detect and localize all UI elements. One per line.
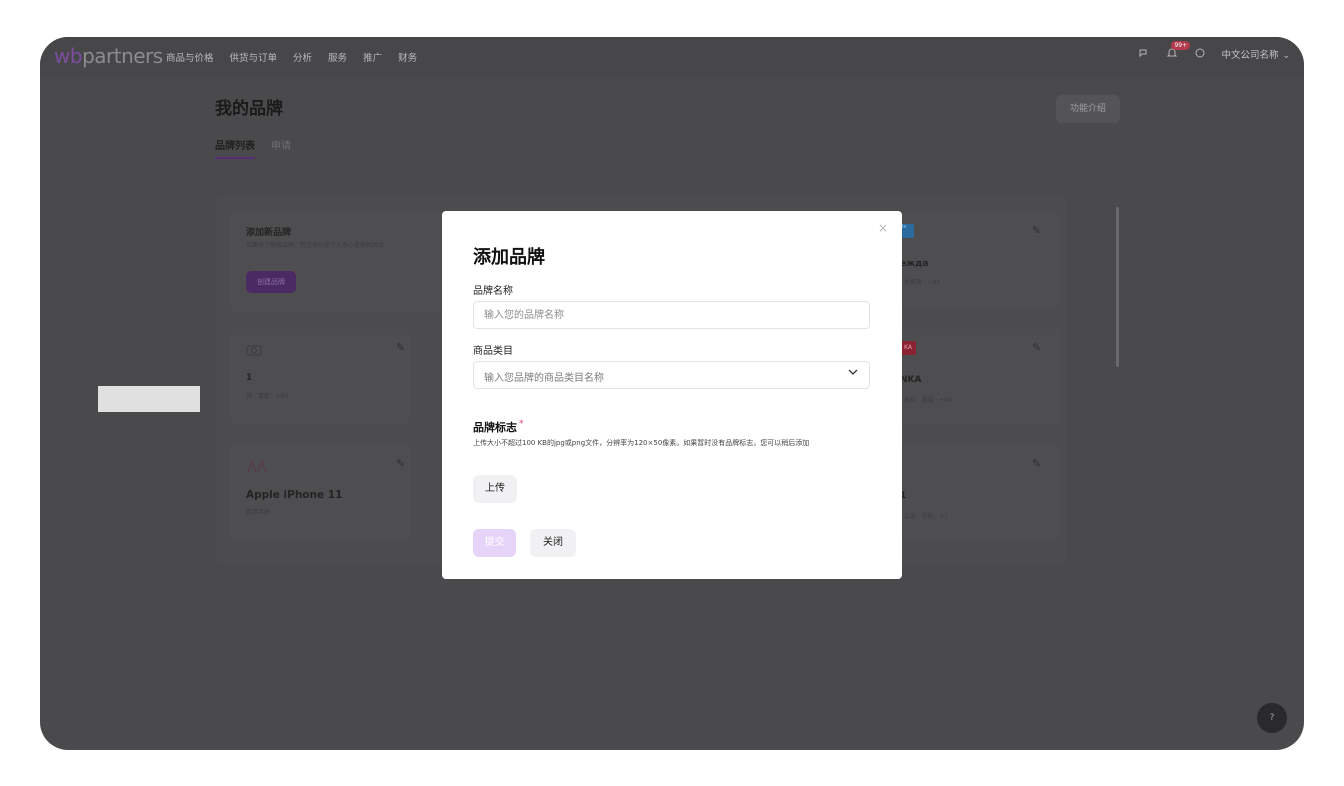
bell-icon[interactable]: 99+ [1165, 41, 1191, 61]
notification-badge: 99+ [1171, 41, 1191, 50]
create-brand-button[interactable]: 创建品牌 [246, 271, 296, 293]
brand-meta: 其 · 清单 · +99 [246, 393, 289, 400]
add-brand-card: 添加新品牌 如果你了解该品牌，您也可以在个人中心管理相关品 创建品牌 [230, 212, 445, 312]
required-mark: * [519, 419, 524, 429]
company-name: 中文公司名称 [1221, 50, 1279, 61]
brand-card[interactable]: ✎ 1 其 · 清单 · +99 [230, 329, 410, 424]
brand-name-label: 品牌名称 [473, 286, 513, 297]
add-brand-modal: × 添加品牌 品牌名称 商品类目 输入您品牌的商品类目名称 品牌标志* 上传大小… [442, 211, 902, 579]
nav-orders[interactable]: 供货与订单 [230, 50, 278, 64]
scrollbar[interactable] [1116, 207, 1119, 367]
brand-card[interactable]: ✎ Apple iPhone 11 新款手机 [230, 445, 410, 540]
brand-meta: · 工业 · 手机 · +7 [900, 513, 949, 520]
brand-name: 1 [246, 373, 253, 383]
nav-finance[interactable]: 财务 [398, 50, 417, 64]
category-label: 商品类目 [473, 346, 513, 357]
close-icon[interactable]: × [878, 221, 888, 235]
brand-logo-label-text: 品牌标志 [473, 421, 517, 434]
nav-analytics[interactable]: 分析 [293, 50, 312, 64]
brand-logo-icon [246, 459, 268, 478]
nav-promotion[interactable]: 推广 [363, 50, 382, 64]
edit-pencil-icon[interactable]: ✎ [396, 457, 405, 470]
chevron-down-icon: ⌄ [1282, 51, 1290, 61]
help-button[interactable]: ? [1257, 703, 1287, 733]
submit-button[interactable]: 提交 [473, 529, 516, 557]
logo-hint: 上传大小不超过100 KB的jpg或png文件，分辨率为120×50像素。如果暂… [473, 439, 810, 447]
brand-meta: 新款手机 [246, 509, 271, 516]
page-title: 我的品牌 [215, 99, 283, 119]
edit-pencil-icon[interactable]: ✎ [1032, 457, 1041, 470]
main-nav: 商品与价格 供货与订单 分析 服务 推广 财务 [166, 50, 433, 64]
edit-pencil-icon[interactable]: ✎ [396, 341, 405, 354]
top-right-controls: 99+ 中文公司名称 ⌄ [1137, 41, 1290, 61]
logo-prefix: wb [54, 44, 83, 68]
camera-icon [246, 341, 262, 360]
nav-services[interactable]: 服务 [328, 50, 347, 64]
edit-pencil-icon[interactable]: ✎ [1032, 341, 1041, 354]
brand-name-input[interactable] [474, 302, 869, 328]
tab-applications[interactable]: 申请 [271, 137, 291, 159]
modal-title: 添加品牌 [473, 247, 545, 268]
top-navigation-bar: wbpartners 商品与价格 供货与订单 分析 服务 推广 财务 99+ 中… [40, 37, 1304, 77]
nav-products[interactable]: 商品与价格 [166, 50, 214, 64]
close-button[interactable]: 关闭 [530, 529, 576, 557]
feature-intro-button[interactable]: 功能介绍 [1056, 95, 1120, 123]
message-icon[interactable] [1193, 47, 1207, 61]
page-tabs: 品牌列表 申请 [215, 137, 291, 159]
chevron-down-icon [847, 366, 859, 381]
placeholder-block [98, 386, 200, 412]
brand-name: Apple iPhone 11 [246, 489, 343, 501]
brand-card[interactable]: KA ✎ NKA · 食品 · 服装 · +86 [880, 329, 1060, 424]
brand-card[interactable]: ✎ 1 · 工业 · 手机 · +7 [880, 445, 1060, 540]
edit-pencil-icon[interactable]: ✎ [1032, 224, 1041, 237]
brand-logo-label: 品牌标志 * [473, 419, 524, 435]
brand-card[interactable]: Be ✎ ежда · 水果植 · +91 [880, 212, 1060, 307]
company-switcher[interactable]: 中文公司名称 ⌄ [1221, 47, 1290, 61]
brand-meta: · 水果植 · +91 [900, 279, 941, 286]
brand-name-field[interactable] [473, 301, 870, 329]
tab-brand-list[interactable]: 品牌列表 [215, 137, 255, 159]
add-brand-subtitle: 如果你了解该品牌，您也可以在个人中心管理相关品 [246, 242, 385, 249]
category-select[interactable]: 输入您品牌的商品类目名称 [473, 361, 870, 389]
logo-suffix: partners [82, 44, 163, 68]
brand-meta: · 食品 · 服装 · +86 [900, 397, 952, 404]
category-placeholder: 输入您品牌的商品类目名称 [484, 373, 604, 384]
wbpartners-logo[interactable]: wbpartners [54, 44, 163, 68]
brand-logo: Be [900, 224, 914, 238]
brand-name: ежда [900, 259, 929, 269]
add-brand-title: 添加新品牌 [246, 228, 292, 238]
upload-button[interactable]: 上传 [473, 475, 517, 503]
brand-name: NKA [900, 375, 922, 385]
brand-logo: KA [900, 341, 916, 355]
chat-icon[interactable] [1137, 47, 1151, 61]
